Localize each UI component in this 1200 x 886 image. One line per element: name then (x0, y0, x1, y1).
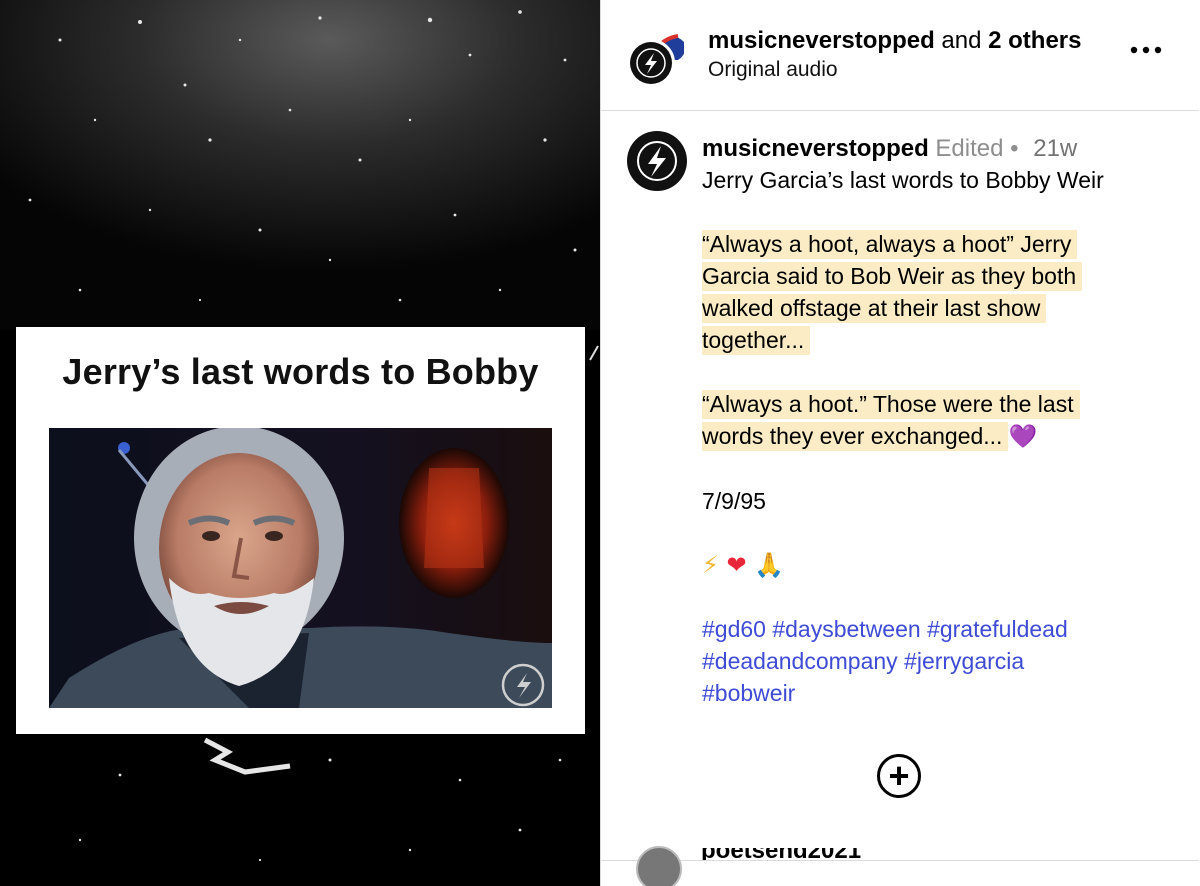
lightning-emoji: ⚡ (702, 551, 719, 579)
red-heart-emoji: ❤ (726, 551, 747, 579)
post-authors: musicneverstopped and 2 others (708, 26, 1082, 56)
video-frame (49, 428, 552, 708)
caption-line: together... (702, 326, 811, 355)
separator-dot: • (1010, 135, 1019, 162)
author-username[interactable]: musicneverstopped (708, 27, 935, 54)
caption-header: musicneverstopped Edited • 21w (702, 134, 1172, 164)
caption-card: Jerry’s last words to Bobby (16, 327, 585, 734)
purple-heart-emoji: 💜 (1008, 424, 1038, 450)
next-comment-avatar[interactable] (636, 846, 682, 886)
post-caption: musicneverstopped Edited • 21w Jerry Gar… (702, 134, 1172, 709)
caption-author-avatar[interactable] (627, 131, 687, 191)
reel-video[interactable]: Jerry’s last words to Bobby (0, 0, 600, 886)
post-time[interactable]: 21w (1033, 135, 1077, 162)
date-line: 7/9/95 (702, 488, 766, 514)
caption-line: “Always a hoot.” Those were the last (702, 390, 1080, 419)
portrait-image (49, 428, 552, 708)
profile-avatar[interactable] (627, 39, 675, 87)
post-header: musicneverstopped and 2 others Original … (601, 0, 1199, 111)
caption-username[interactable]: musicneverstopped (702, 135, 929, 162)
more-options-icon[interactable] (1129, 36, 1163, 66)
hashtag-line[interactable]: #deadandcompany #jerrygarcia (702, 645, 1172, 677)
hashtag-line[interactable]: #bobweir (702, 677, 1172, 709)
others-link[interactable]: 2 others (988, 27, 1081, 54)
caption-line: walked offstage at their last show (702, 294, 1047, 323)
hashtag-line[interactable]: #gd60 #daysbetween #gratefuldead (702, 613, 1172, 645)
post-panel: musicneverstopped and 2 others Original … (600, 0, 1200, 886)
edited-label: Edited (935, 135, 1004, 162)
caption-title: Jerry’s last words to Bobby (62, 351, 539, 392)
next-comment-username[interactable]: poetsend2021 (701, 848, 891, 860)
plus-circle-icon[interactable]: + (877, 754, 921, 798)
divider (601, 860, 1199, 861)
praying-hands-emoji: 🙏 (754, 551, 785, 579)
and-text: and (934, 27, 989, 54)
emoji-row: ⚡ ❤ 🙏 (702, 549, 1172, 581)
caption-line: Garcia said to Bob Weir as they both (702, 262, 1083, 291)
caption-line: “Always a hoot, always a hoot” Jerry (702, 230, 1078, 259)
add-symbol: + (888, 755, 910, 796)
caption-line: words they ever exchanged... (702, 422, 1009, 451)
caption-line: Jerry Garcia’s last words to Bobby Weir (702, 167, 1104, 193)
audio-link[interactable]: Original audio (708, 58, 838, 82)
collab-avatars[interactable] (627, 27, 691, 89)
